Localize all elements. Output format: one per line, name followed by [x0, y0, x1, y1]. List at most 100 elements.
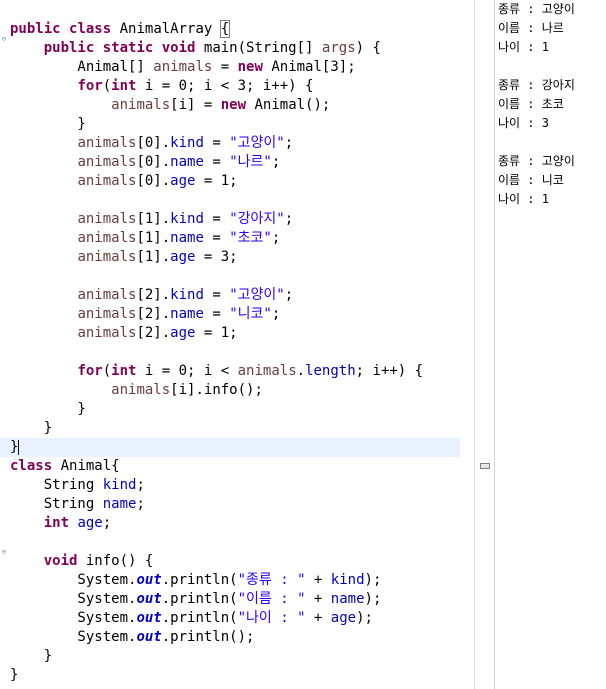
code-line: System.out.println();	[10, 628, 254, 647]
code-token: main(String[]	[195, 40, 322, 56]
editor-gutter: ⊖ ⊖	[0, 0, 8, 689]
code-token: +	[305, 610, 331, 626]
console-line: 이름 : 초코	[498, 97, 564, 111]
code-token: [0].	[136, 154, 171, 170]
code-token: "나이 : "	[237, 610, 306, 626]
code-token: ;	[102, 515, 112, 531]
editor-vertical-ruler[interactable]	[474, 0, 495, 689]
code-token: age	[170, 173, 196, 189]
code-token: animals	[77, 154, 137, 170]
code-line: System.out.println("종류 : " + kind);	[10, 571, 381, 590]
code-token: name	[102, 496, 137, 512]
code-token: =	[212, 59, 238, 75]
code-token: int	[111, 78, 137, 94]
code-token: +	[305, 591, 331, 607]
code-token: class	[10, 458, 53, 474]
code-token: System.	[10, 572, 137, 588]
code-token: }	[10, 401, 86, 417]
code-token: }	[10, 420, 53, 436]
code-token: new	[237, 59, 263, 75]
code-line: animals[0].age = 1;	[10, 172, 237, 191]
code-token: .println();	[161, 629, 255, 645]
code-token: ;	[271, 306, 281, 322]
code-token: public	[43, 40, 95, 56]
code-token: out	[136, 610, 162, 626]
minus-collapse-icon[interactable]: ⊖	[0, 35, 8, 43]
code-token: kind	[170, 135, 204, 151]
code-token: ;	[284, 211, 294, 227]
code-token: animals	[77, 173, 137, 189]
code-token: = 3;	[195, 249, 238, 265]
code-editor[interactable]: ⊖ ⊖ public class AnimalArray { public sta…	[0, 0, 474, 689]
code-token: out	[136, 591, 162, 607]
code-token: =	[203, 154, 230, 170]
code-token: int	[43, 515, 70, 531]
code-token: kind	[170, 287, 204, 303]
code-token: "나르"	[229, 154, 272, 170]
code-token: animals	[111, 382, 171, 398]
code-line: int age;	[10, 514, 111, 533]
code-token: [i].info();	[170, 382, 263, 398]
code-token: ; i++) {	[355, 363, 424, 379]
code-line: animals[1].name = "초코";	[10, 229, 280, 248]
code-token: out	[136, 629, 162, 645]
code-token: age	[330, 610, 357, 626]
code-token: name	[170, 154, 204, 170]
code-token: =	[203, 230, 230, 246]
code-token: }	[10, 667, 19, 683]
code-token: ;	[136, 496, 145, 512]
code-token: out	[136, 572, 162, 588]
code-token: animals	[77, 325, 137, 341]
code-token: "종류 : "	[237, 572, 306, 588]
code-token: );	[364, 591, 382, 607]
code-line: }	[10, 115, 85, 134]
code-token: animals	[111, 97, 171, 113]
code-line: public static void main(String[] args) {	[10, 39, 381, 58]
code-token: .	[296, 363, 306, 379]
minimize-icon[interactable]	[480, 463, 490, 469]
code-token: "강아지"	[229, 211, 285, 227]
code-token: String	[10, 477, 103, 493]
code-token: .println(	[161, 572, 238, 588]
code-line: public class AnimalArray {	[10, 20, 231, 39]
code-line: System.out.println("이름 : " + name);	[10, 590, 381, 609]
code-token: "니코"	[229, 306, 272, 322]
code-token: (	[102, 78, 112, 94]
code-line: animals[0].kind = "고양이";	[10, 134, 293, 153]
code-token: ;	[284, 135, 294, 151]
code-token: [1].	[136, 230, 171, 246]
code-token: new	[220, 97, 247, 113]
code-token: name	[330, 591, 365, 607]
code-token: animals	[153, 59, 213, 75]
code-token: animals	[77, 211, 137, 227]
code-token: "초코"	[229, 230, 272, 246]
code-line: animals[0].name = "나르";	[10, 153, 280, 172]
code-token: name	[170, 306, 204, 322]
code-line: animals[1].age = 3;	[10, 248, 238, 267]
code-token: for	[77, 78, 103, 94]
code-token: kind	[170, 211, 204, 227]
code-token: info() {	[77, 553, 154, 569]
code-line: animals[2].age = 1;	[10, 324, 237, 343]
code-token: age	[170, 325, 196, 341]
code-token: Animal{	[52, 458, 120, 474]
code-token: Animal[3];	[262, 59, 356, 75]
code-line: }	[10, 666, 18, 685]
minus-collapse-icon[interactable]: ⊖	[0, 548, 8, 556]
code-token: }	[10, 648, 53, 664]
code-token: ) {	[355, 40, 381, 56]
console-output: 종류 : 고양이 이름 : 나르 나이 : 1 종류 : 강아지 이름 : 초코 나이 :…	[495, 0, 606, 689]
code-token: length	[305, 363, 356, 379]
code-token: i = 0; i <	[136, 363, 238, 379]
code-line: }	[10, 400, 86, 419]
code-token: animals	[77, 230, 137, 246]
code-line: }	[0, 438, 460, 457]
